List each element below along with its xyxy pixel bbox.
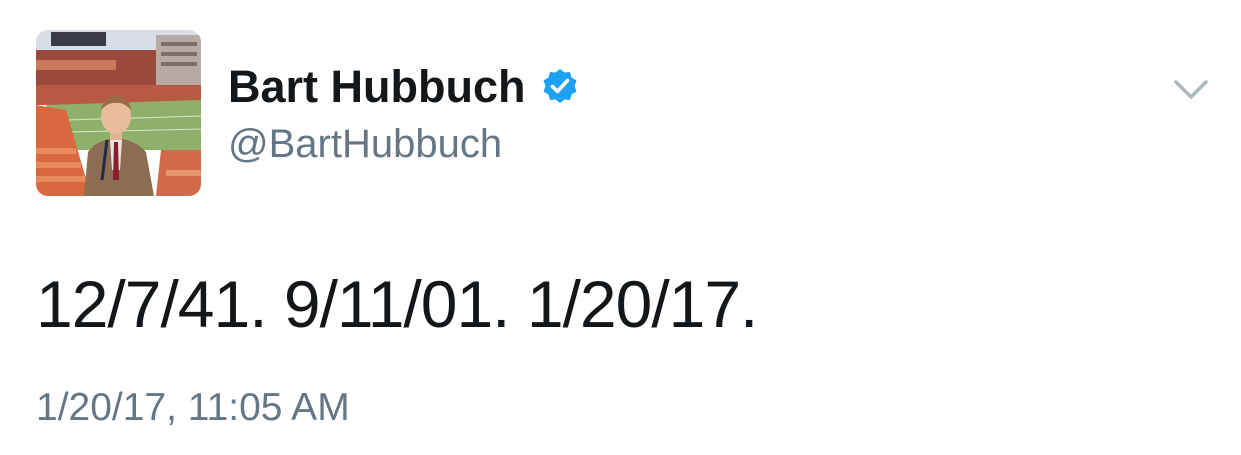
tweet-header: Bart Hubbuch @BartHubbuch <box>228 60 580 167</box>
name-row: Bart Hubbuch <box>228 60 580 114</box>
verified-badge-icon <box>540 67 580 107</box>
avatar-photo-icon <box>36 30 201 196</box>
chevron-down-icon[interactable] <box>1172 76 1210 104</box>
display-name[interactable]: Bart Hubbuch <box>228 61 526 113</box>
avatar[interactable] <box>36 30 201 196</box>
tweet-text: 12/7/41. 9/11/01. 1/20/17. <box>36 267 758 341</box>
tweet-card: Bart Hubbuch @BartHubbuch 12/7/41. 9/11/… <box>0 0 1241 455</box>
user-handle[interactable]: @BartHubbuch <box>228 122 580 167</box>
tweet-timestamp[interactable]: 1/20/17, 11:05 AM <box>36 386 350 430</box>
